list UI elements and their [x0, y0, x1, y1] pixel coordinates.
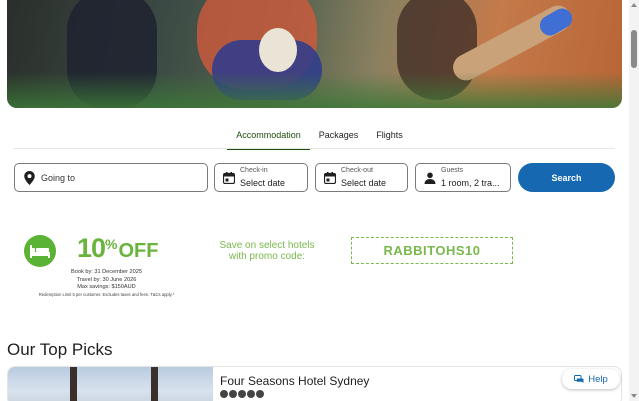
promo-book-by: Book by: 31 December 2025 — [71, 269, 142, 275]
guests-label: Guests — [441, 167, 464, 174]
destination-placeholder: Going to — [41, 173, 76, 183]
checkout-field[interactable]: Check-out Select date — [315, 163, 408, 192]
promo-save-text: Save on select hotels with promo code: — [212, 240, 322, 262]
promo-save-line2: with promo code: — [228, 251, 306, 262]
tab-packages[interactable]: Packages — [310, 126, 368, 150]
checkin-field[interactable]: Check-in Select date — [214, 163, 308, 192]
promo-discount-number: 10 — [77, 233, 106, 263]
location-pin-icon — [24, 171, 35, 185]
scroll-thumb[interactable] — [631, 30, 637, 68]
star-icon — [256, 390, 264, 398]
star-icon — [229, 390, 237, 398]
scroll-down-icon[interactable] — [631, 394, 637, 398]
calendar-icon — [223, 172, 235, 184]
promo-discount-word: OFF — [118, 240, 159, 262]
guests-field[interactable]: Guests 1 room, 2 tra... — [415, 163, 511, 192]
help-button[interactable]: Help — [562, 369, 620, 389]
star-icon — [247, 390, 255, 398]
bed-icon — [24, 235, 56, 267]
star-icon — [238, 390, 246, 398]
hero-image — [7, 0, 622, 108]
promo-discount-symbol: % — [105, 236, 117, 252]
checkout-value: Select date — [341, 178, 387, 188]
hotel-name[interactable]: Four Seasons Hotel Sydney — [220, 374, 369, 388]
search-tabs: Accommodation Packages Flights — [0, 126, 639, 150]
promo-fine-print: Redemption Limit 5 per customer. Exclude… — [38, 291, 175, 297]
hotel-image — [8, 367, 213, 401]
checkout-label: Check-out — [341, 167, 373, 174]
checkin-label: Check-in — [240, 167, 268, 174]
tab-accommodation[interactable]: Accommodation — [227, 126, 310, 150]
destination-field[interactable]: Going to — [14, 163, 208, 192]
hotel-card[interactable]: Four Seasons Hotel Sydney — [7, 366, 622, 401]
scroll-up-icon[interactable] — [631, 3, 637, 7]
guests-value: 1 room, 2 tra... — [441, 178, 500, 188]
chat-icon — [574, 374, 584, 383]
person-icon — [424, 172, 436, 184]
tabs-divider — [14, 148, 615, 149]
help-label: Help — [588, 373, 608, 385]
page-scrollbar[interactable] — [629, 0, 639, 401]
calendar-icon — [324, 172, 336, 184]
promo-terms: Book by: 31 December 2025 Travel by: 30 … — [24, 269, 189, 298]
hotel-star-rating — [220, 390, 264, 398]
promo-discount: 10% OFF — [77, 233, 159, 264]
checkin-value: Select date — [240, 178, 286, 188]
section-title: Our Top Picks — [7, 340, 113, 359]
promo-max-savings: Max savings: $150AUD — [77, 284, 136, 291]
promo-code[interactable]: RABBITOHS10 — [351, 237, 513, 264]
star-icon — [220, 390, 228, 398]
promo-travel-by: Travel by: 30 June 2026 — [76, 276, 137, 283]
promo-save-line1: Save on select hotels — [219, 240, 315, 251]
tab-flights[interactable]: Flights — [367, 126, 412, 150]
search-button[interactable]: Search — [518, 163, 615, 192]
